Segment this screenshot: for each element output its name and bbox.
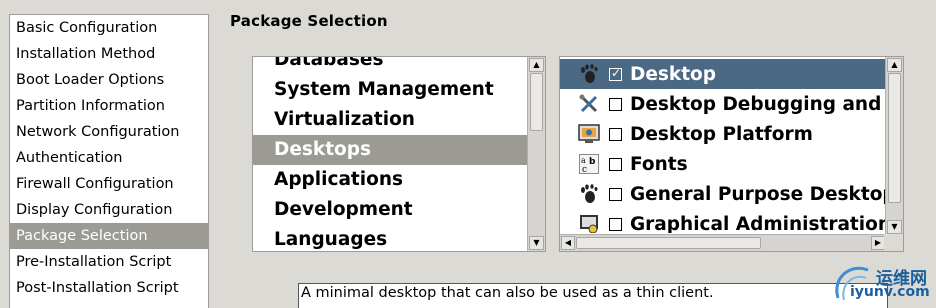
package-label: General Purpose Desktop	[630, 183, 885, 205]
group-item-virtualization[interactable]: Virtualization	[253, 105, 527, 135]
svg-text:c: c	[582, 165, 587, 174]
site-watermark: 运维网 iyunv.com	[830, 258, 936, 308]
nav-item-pre-installation-script[interactable]: Pre-Installation Script	[10, 249, 208, 275]
group-item-desktops[interactable]: Desktops	[253, 135, 527, 165]
svg-text:a: a	[581, 156, 586, 165]
group-item-applications[interactable]: Applications	[253, 165, 527, 195]
scroll-left-arrow-icon[interactable]: ◀	[561, 236, 575, 250]
package-checkbox[interactable]	[609, 187, 622, 201]
section-nav-list: Basic Configuration Installation Method …	[9, 14, 209, 308]
package-groups-list: Databases System Management Virtualizati…	[252, 56, 546, 252]
package-label: Fonts	[630, 153, 688, 175]
package-description: A minimal desktop that can also be used …	[298, 283, 888, 308]
package-row-desktop-debugging[interactable]: Desktop Debugging and P	[560, 89, 885, 119]
package-checkbox[interactable]	[609, 157, 622, 171]
group-item-development[interactable]: Development	[253, 195, 527, 225]
package-label: Graphical Administration	[630, 213, 885, 234]
nav-item-firewall-configuration[interactable]: Firewall Configuration	[10, 171, 208, 197]
group-item-databases[interactable]: Databases	[253, 57, 527, 75]
package-label: Desktop	[630, 63, 717, 85]
nav-item-display-configuration[interactable]: Display Configuration	[10, 197, 208, 223]
package-checkbox[interactable]: ✓	[609, 66, 622, 81]
package-row-desktop-platform[interactable]: Desktop Platform	[560, 119, 885, 149]
packages-hscroll-thumb[interactable]	[576, 237, 761, 249]
groups-scroll-thumb[interactable]	[530, 73, 543, 131]
group-item-system-management[interactable]: System Management	[253, 75, 527, 105]
admin-icon	[578, 213, 600, 233]
watermark-en-text: iyunv.com	[850, 284, 930, 300]
package-row-desktop[interactable]: ✓ Desktop	[560, 59, 885, 89]
scrollbar-corner	[884, 234, 903, 251]
scroll-down-arrow-icon[interactable]: ▼	[887, 220, 902, 234]
package-checkbox[interactable]	[609, 217, 622, 231]
package-label: Desktop Debugging and P	[630, 93, 885, 115]
scroll-up-arrow-icon[interactable]: ▲	[529, 58, 544, 72]
gnome-foot-icon	[578, 63, 600, 85]
watermark-logo-icon	[835, 266, 869, 301]
gnome-foot-icon	[578, 183, 600, 205]
nav-item-basic-configuration[interactable]: Basic Configuration	[10, 15, 208, 41]
packages-vscroll-thumb[interactable]	[888, 73, 901, 203]
package-checkbox[interactable]	[609, 97, 622, 111]
packages-list: ✓ Desktop Desktop Debugging and P Deskto…	[559, 56, 904, 252]
nav-item-partition-information[interactable]: Partition Information	[10, 93, 208, 119]
nav-item-boot-loader-options[interactable]: Boot Loader Options	[10, 67, 208, 93]
tools-icon	[578, 93, 600, 115]
package-row-general-purpose-desktop[interactable]: General Purpose Desktop	[560, 179, 885, 209]
scroll-up-arrow-icon[interactable]: ▲	[887, 58, 902, 72]
scroll-down-arrow-icon[interactable]: ▼	[529, 236, 544, 250]
nav-item-installation-method[interactable]: Installation Method	[10, 41, 208, 67]
scroll-right-arrow-icon[interactable]: ▶	[871, 236, 885, 250]
package-row-graphical-administration[interactable]: Graphical Administration	[560, 209, 885, 233]
package-checkbox[interactable]	[609, 127, 622, 141]
page-title: Package Selection	[230, 12, 388, 30]
package-row-fonts[interactable]: a b c Fonts	[560, 149, 885, 179]
groups-vertical-scrollbar[interactable]: ▲ ▼	[527, 57, 545, 251]
nav-item-post-installation-script[interactable]: Post-Installation Script	[10, 275, 208, 301]
group-item-languages[interactable]: Languages	[253, 225, 527, 251]
nav-item-network-configuration[interactable]: Network Configuration	[10, 119, 208, 145]
nav-item-authentication[interactable]: Authentication	[10, 145, 208, 171]
monitor-icon	[578, 123, 600, 145]
nav-item-package-selection[interactable]: Package Selection	[10, 223, 208, 249]
packages-vertical-scrollbar[interactable]: ▲ ▼	[885, 57, 903, 235]
package-label: Desktop Platform	[630, 123, 813, 145]
fonts-icon: a b c	[578, 153, 600, 175]
svg-text:b: b	[589, 157, 596, 167]
packages-horizontal-scrollbar[interactable]: ◀ ▶	[560, 234, 886, 251]
